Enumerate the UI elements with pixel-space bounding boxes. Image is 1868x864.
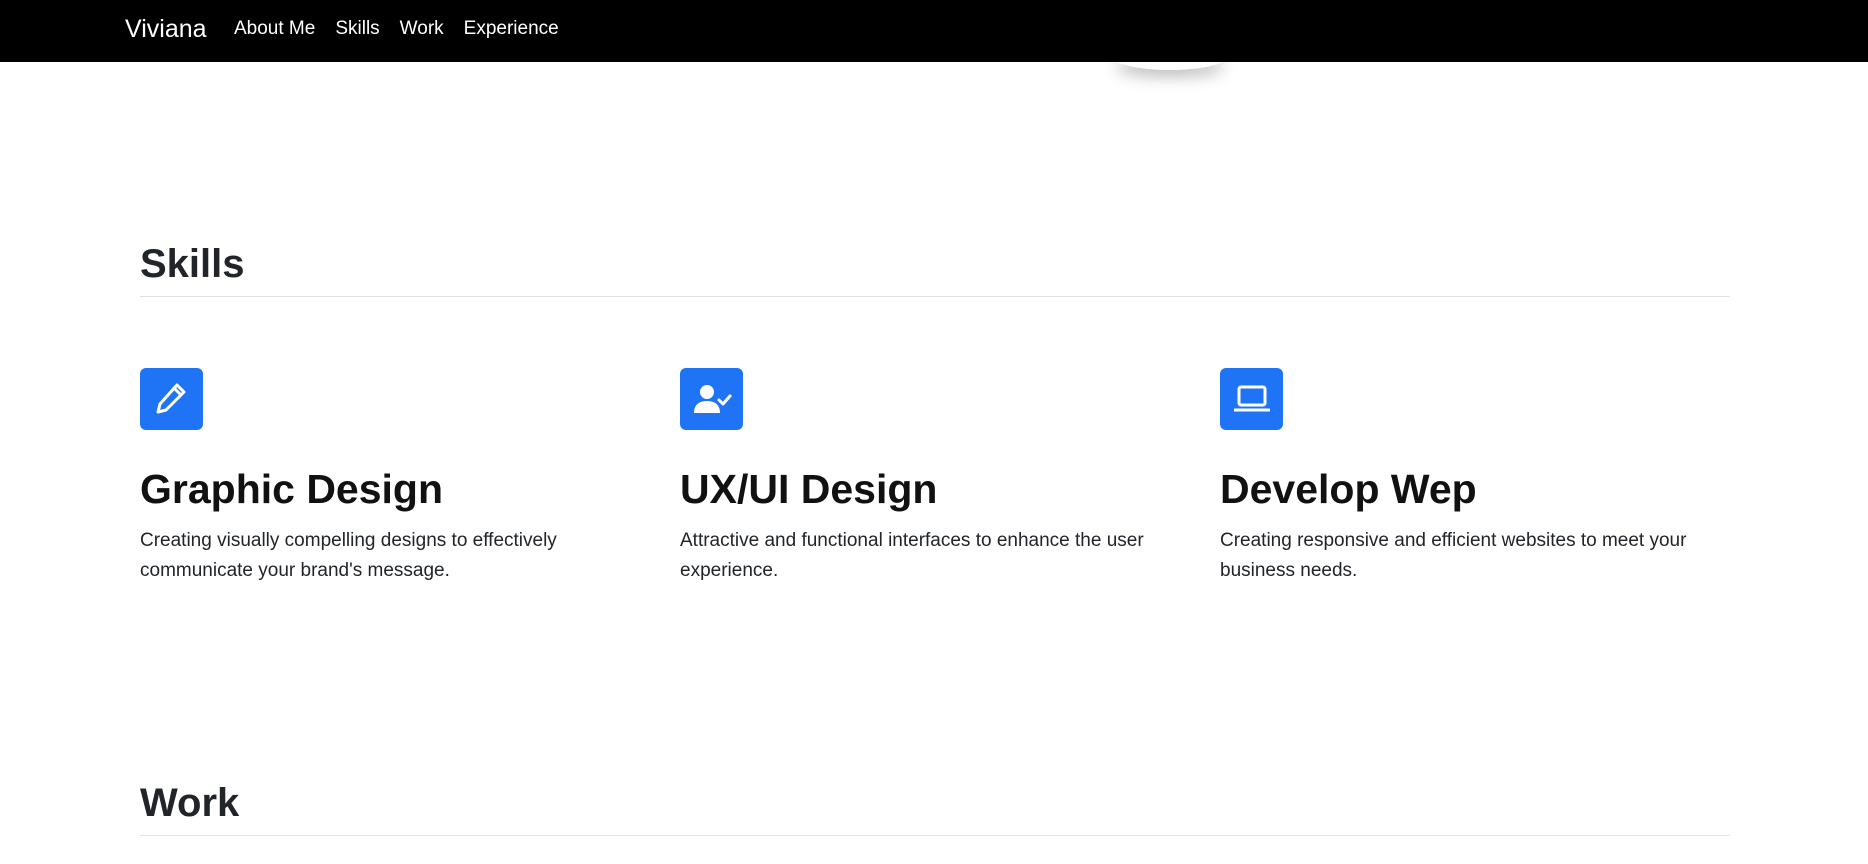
nav-link-skills[interactable]: Skills	[335, 17, 379, 41]
brand-link[interactable]: Viviana	[125, 14, 207, 44]
work-divider	[140, 835, 1730, 836]
pencil-icon	[140, 368, 203, 430]
skills-divider	[140, 296, 1730, 297]
skill-title: Develop Wep	[1220, 466, 1477, 512]
work-section-title: Work	[140, 781, 240, 825]
navbar: Viviana About Me Skills Work Experience	[0, 0, 1868, 62]
skill-title: UX/UI Design	[680, 466, 938, 512]
nav-link-about-me[interactable]: About Me	[234, 17, 315, 41]
nav-link-experience[interactable]: Experience	[464, 17, 559, 41]
skill-card-develop-web: Develop Wep Creating responsive and effi…	[1220, 368, 1740, 586]
profile-image-shadow	[1110, 40, 1230, 70]
nav-links: About Me Skills Work Experience	[234, 17, 579, 41]
skill-title: Graphic Design	[140, 466, 444, 512]
skill-description: Attractive and functional interfaces to …	[680, 530, 1144, 581]
skills-section-title: Skills	[140, 242, 245, 286]
nav-link-work[interactable]: Work	[400, 17, 444, 41]
skill-description: Creating responsive and efficient websit…	[1220, 530, 1687, 581]
skill-card-ux-ui-design: UX/UI Design Attractive and functional i…	[680, 368, 1200, 586]
skill-description: Creating visually compelling designs to …	[140, 530, 557, 581]
skill-card-graphic-design: Graphic Design Creating visually compell…	[140, 368, 660, 586]
laptop-icon	[1220, 368, 1283, 430]
user-check-icon	[680, 368, 743, 430]
